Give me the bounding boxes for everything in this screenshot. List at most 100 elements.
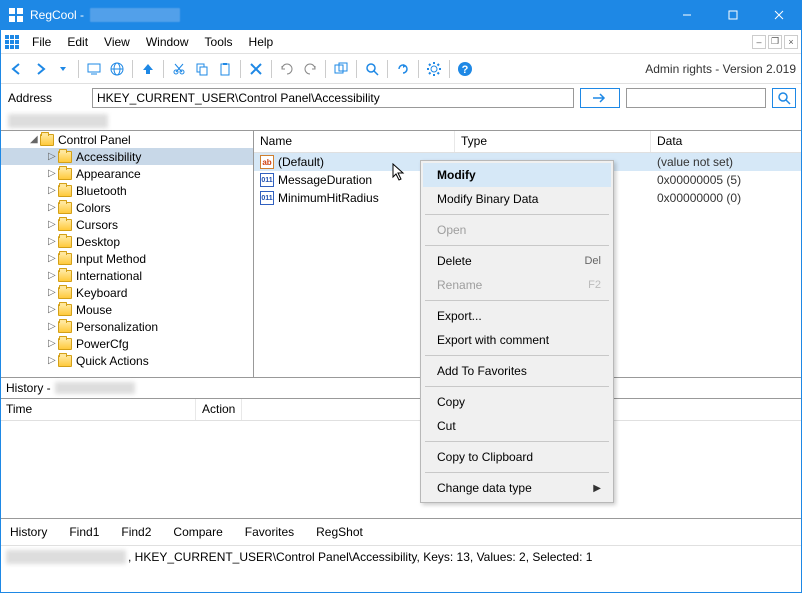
help-button[interactable]: ? xyxy=(454,58,476,80)
app-title: RegCool - xyxy=(30,8,84,22)
menu-tools[interactable]: Tools xyxy=(197,33,241,51)
delete-button[interactable] xyxy=(245,58,267,80)
col-data[interactable]: Data xyxy=(651,131,802,152)
tab-find2[interactable]: Find2 xyxy=(117,523,155,541)
hcol-action[interactable]: Action xyxy=(196,399,242,420)
tree-panel[interactable]: ◢Control Panel ▷Accessibility▷Appearance… xyxy=(0,131,254,377)
context-menu-item[interactable]: Modify xyxy=(423,163,611,187)
mdi-close[interactable]: × xyxy=(784,35,798,49)
tree-item[interactable]: ▷Cursors xyxy=(0,216,253,233)
close-button[interactable] xyxy=(756,0,802,30)
menu-item-label: Modify Binary Data xyxy=(437,192,538,206)
copy-button[interactable] xyxy=(191,58,213,80)
hcol-time[interactable]: Time xyxy=(0,399,196,420)
computer-button[interactable] xyxy=(83,58,105,80)
tree-item[interactable]: ▷Mouse xyxy=(0,301,253,318)
addressbar: Address xyxy=(0,84,802,112)
up-button[interactable] xyxy=(137,58,159,80)
folder-icon xyxy=(58,321,72,333)
value-name: MessageDuration xyxy=(278,173,372,187)
tree-item-label: Keyboard xyxy=(76,286,127,300)
folder-icon xyxy=(58,219,72,231)
tree-item-label: Accessibility xyxy=(76,150,141,164)
titlebar: RegCool - xyxy=(0,0,802,30)
tree-item-label: Desktop xyxy=(76,235,120,249)
history-columns[interactable]: Time Action xyxy=(0,399,802,421)
context-menu-item[interactable]: DeleteDel xyxy=(423,249,611,273)
context-menu-item[interactable]: Cut xyxy=(423,414,611,438)
cut-button[interactable] xyxy=(168,58,190,80)
tree-root[interactable]: ◢Control Panel xyxy=(0,131,253,148)
search-button[interactable] xyxy=(361,58,383,80)
context-menu-item[interactable]: Export with comment xyxy=(423,328,611,352)
dropdown-button[interactable] xyxy=(52,58,74,80)
mdi-restore[interactable]: ❐ xyxy=(768,35,782,49)
menu-view[interactable]: View xyxy=(96,33,138,51)
menu-item-label: Add To Favorites xyxy=(437,364,527,378)
dword-icon: 011 xyxy=(260,173,274,187)
history-body[interactable] xyxy=(0,421,802,518)
menu-grid-icon[interactable] xyxy=(4,34,20,50)
value-data: (value not set) xyxy=(651,155,802,169)
tree-item[interactable]: ▷Quick Actions xyxy=(0,352,253,369)
network-button[interactable] xyxy=(106,58,128,80)
tree-item-label: PowerCfg xyxy=(76,337,129,351)
context-menu-item[interactable]: Add To Favorites xyxy=(423,359,611,383)
tree-item[interactable]: ▷PowerCfg xyxy=(0,335,253,352)
tab-history[interactable]: History xyxy=(6,523,51,541)
context-menu: ModifyModify Binary DataOpenDeleteDelRen… xyxy=(420,160,614,503)
dword-icon: 011 xyxy=(260,191,274,205)
tab-compare[interactable]: Compare xyxy=(169,523,226,541)
list-header[interactable]: Name Type Data xyxy=(254,131,802,153)
folder-icon xyxy=(58,236,72,248)
tree-item[interactable]: ▷Appearance xyxy=(0,165,253,182)
maximize-button[interactable] xyxy=(710,0,756,30)
history-header: History - xyxy=(0,378,802,399)
tree-item[interactable]: ▷Accessibility xyxy=(0,148,253,165)
address-input[interactable] xyxy=(92,88,574,108)
settings-button[interactable] xyxy=(423,58,445,80)
tab-regshot[interactable]: RegShot xyxy=(312,523,367,541)
options-button[interactable] xyxy=(330,58,352,80)
tree-item[interactable]: ▷Bluetooth xyxy=(0,182,253,199)
forward-button[interactable] xyxy=(29,58,51,80)
tree-item-label: Appearance xyxy=(76,167,141,181)
menu-edit[interactable]: Edit xyxy=(59,33,96,51)
refresh-button[interactable] xyxy=(392,58,414,80)
title-redacted xyxy=(90,8,180,22)
mdi-minimize[interactable]: – xyxy=(752,35,766,49)
context-menu-item[interactable]: Copy xyxy=(423,390,611,414)
tab-favorites[interactable]: Favorites xyxy=(241,523,298,541)
undo-button[interactable] xyxy=(276,58,298,80)
value-data: 0x00000000 (0) xyxy=(651,191,802,205)
tree-item[interactable]: ▷Personalization xyxy=(0,318,253,335)
col-type[interactable]: Type xyxy=(455,131,651,152)
go-button[interactable] xyxy=(580,88,620,108)
paste-button[interactable] xyxy=(214,58,236,80)
redo-button[interactable] xyxy=(299,58,321,80)
context-menu-item[interactable]: Copy to Clipboard xyxy=(423,445,611,469)
tab-find1[interactable]: Find1 xyxy=(65,523,103,541)
menu-help[interactable]: Help xyxy=(241,33,282,51)
back-button[interactable] xyxy=(6,58,28,80)
folder-icon xyxy=(58,270,72,282)
tree-item[interactable]: ▷Keyboard xyxy=(0,284,253,301)
minimize-button[interactable] xyxy=(664,0,710,30)
menu-window[interactable]: Window xyxy=(138,33,197,51)
context-menu-item: RenameF2 xyxy=(423,273,611,297)
tree-item[interactable]: ▷International xyxy=(0,267,253,284)
addr-search-button[interactable] xyxy=(772,88,796,108)
folder-icon xyxy=(58,168,72,180)
tree-item[interactable]: ▷Colors xyxy=(0,199,253,216)
context-menu-item[interactable]: Export... xyxy=(423,304,611,328)
context-menu-item[interactable]: Modify Binary Data xyxy=(423,187,611,211)
context-menu-item[interactable]: Change data type▶ xyxy=(423,476,611,500)
tree-item[interactable]: ▷Desktop xyxy=(0,233,253,250)
search-input[interactable] xyxy=(626,88,766,108)
menu-item-label: Copy xyxy=(437,395,465,409)
tree-item[interactable]: ▷Input Method xyxy=(0,250,253,267)
menu-file[interactable]: File xyxy=(24,33,59,51)
tree-item-label: Cursors xyxy=(76,218,118,232)
folder-icon xyxy=(58,185,72,197)
col-name[interactable]: Name xyxy=(254,131,455,152)
